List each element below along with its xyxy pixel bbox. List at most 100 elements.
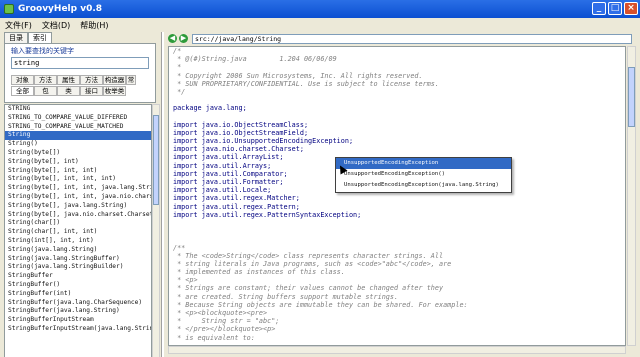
code-line: */ [173, 87, 186, 96]
autocomplete-option[interactable]: UnsupportedEncodingException() [336, 169, 511, 180]
autocomplete-option[interactable]: UnsupportedEncodingException [336, 158, 511, 169]
index-list-item[interactable]: String(byte[], int, int) [5, 167, 151, 176]
index-list[interactable]: STRING STRING_TO_COMPARE_VALUE_DIFFERED ST… [4, 104, 152, 357]
code-line: import java.util.regex.Pattern; [173, 202, 300, 211]
address-field[interactable]: src://java/lang/String [192, 33, 632, 44]
filter-row-2: 全部 包 类 接口 枚举类 [11, 86, 126, 96]
filter-method[interactable]: 方法 [34, 75, 57, 85]
index-list-item[interactable]: StringBufferInputStream [5, 316, 151, 325]
scrollbar-thumb[interactable] [628, 67, 635, 127]
index-list-item[interactable]: StringBuffer(java.lang.String) [5, 307, 151, 316]
menu-file[interactable]: 文件(F) [0, 20, 37, 31]
autocomplete-option[interactable]: UnsupportedEncodingException(java.lang.S… [336, 180, 511, 191]
index-list-item[interactable]: String(byte[], java.lang.String) [5, 202, 151, 211]
index-list-item[interactable]: String(byte[], java.nio.charset.Charset) [5, 211, 151, 220]
code-line: * @(#)String.java 1.204 06/06/09 [173, 55, 337, 64]
code-line: * are created. String buffers support mu… [173, 292, 399, 301]
menu-document[interactable]: 文档(D) [37, 20, 75, 31]
left-panel: 目录 索引 输入要查找的关键字 string 对象 方法 属性 方法 构造器 常… [0, 32, 162, 357]
index-list-item[interactable]: StringBuffer() [5, 281, 151, 290]
index-list-item[interactable]: STRING_TO_COMPARE_VALUE_MATCHED [5, 123, 151, 132]
code-line: * Copyright 2006 Sun Microsystems, Inc. … [173, 71, 423, 80]
index-list-item[interactable]: StringBuffer [5, 272, 151, 281]
menu-help[interactable]: 帮助(H) [75, 20, 113, 31]
code-line: * <p><blockquote><pre> [173, 309, 268, 317]
index-list-item[interactable]: String(byte[]) [5, 149, 151, 158]
code-line: * [173, 63, 182, 72]
left-tabs: 目录 索引 [4, 32, 161, 43]
index-list-item[interactable]: String(byte[], int, int, java.nio.charse… [5, 193, 151, 202]
filter-enum[interactable]: 枚举类 [103, 86, 126, 96]
code-line: * Because String objects are immutable t… [173, 300, 468, 309]
filter-property[interactable]: 属性 [57, 75, 80, 85]
filter-interface[interactable]: 接口 [80, 86, 103, 96]
code-line: import java.nio.charset.Charset; [173, 145, 304, 154]
index-list-item[interactable]: String(java.lang.String) [5, 246, 151, 255]
close-button[interactable]: × [624, 2, 638, 15]
back-arrow-icon[interactable]: ◀ [168, 34, 177, 43]
code-line: import java.util.regex.Matcher; [173, 194, 300, 203]
code-line: * implemented as instances of this class… [173, 268, 345, 277]
filter-constant[interactable]: 常 [126, 75, 136, 85]
code-line: * The <code>String</code> class represen… [173, 251, 444, 260]
filter-package[interactable]: 包 [34, 86, 57, 96]
code-vertical-scrollbar[interactable] [627, 46, 636, 346]
index-list-item[interactable]: String(java.lang.StringBuilder) [5, 263, 151, 272]
index-list-item[interactable]: StringBuffer(java.lang.CharSequence) [5, 299, 151, 308]
toolbar: ◀ ▶ src://java/lang/String [168, 32, 638, 45]
filter-all[interactable]: 全部 [11, 86, 34, 96]
index-list-item[interactable]: STRING_TO_COMPARE_VALUE_DIFFERED [5, 114, 151, 123]
code-line: package java.lang; [173, 104, 247, 113]
code-line: * SUN PROPRIETARY/CONFIDENTIAL. Use is s… [173, 79, 439, 88]
source-code-view[interactable]: /* * @(#)String.java 1.204 06/06/09 * * … [168, 46, 626, 346]
title-bar: GroovyHelp v0.8 _ □ × [0, 0, 640, 18]
index-list-item[interactable]: String(byte[], int, int, java.lang.Strin… [5, 184, 151, 193]
code-line: * String str = "abc"; [173, 317, 280, 326]
code-line: * Strings are constant; their values can… [173, 284, 444, 293]
index-list-item[interactable]: StringBuffer(int) [5, 290, 151, 299]
filter-constructor[interactable]: 构造器 [103, 75, 126, 85]
index-list-item[interactable]: STRING [5, 105, 151, 114]
filter-class[interactable]: 类 [57, 86, 80, 96]
index-list-item[interactable]: String(byte[], int, int, int) [5, 175, 151, 184]
code-line: import java.io.ObjectStreamField; [173, 128, 309, 137]
index-scrollbar[interactable] [152, 104, 160, 357]
code-line: import java.io.UnsupportedEncodingExcept… [173, 137, 354, 146]
index-list-item[interactable]: String(java.lang.StringBuffer) [5, 255, 151, 264]
index-list-item[interactable]: String() [5, 140, 151, 149]
code-line: /** [173, 243, 186, 252]
index-list-item[interactable]: String(char[], int, int) [5, 228, 151, 237]
code-horizontal-scrollbar[interactable] [168, 346, 626, 354]
search-panel: 输入要查找的关键字 string 对象 方法 属性 方法 构造器 常 全部 包 … [4, 43, 156, 103]
maximize-button[interactable]: □ [608, 2, 622, 15]
app-icon [4, 4, 14, 14]
index-list-item[interactable]: String(byte[], int) [5, 158, 151, 167]
search-label: 输入要查找的关键字 [11, 47, 74, 55]
tab-contents[interactable]: 目录 [4, 32, 28, 43]
code-line: /* [173, 47, 182, 55]
index-list-item[interactable]: String [5, 131, 151, 141]
code-line: import java.util.regex.PatternSyntaxExce… [173, 210, 362, 219]
index-list-item[interactable]: String(char[]) [5, 219, 151, 228]
index-list-item[interactable]: StringBufferInputStream(java.lang.String… [5, 325, 151, 334]
scrollbar-thumb[interactable] [153, 115, 159, 205]
tab-index[interactable]: 索引 [28, 32, 52, 43]
index-list-item[interactable]: String(int[], int, int) [5, 237, 151, 246]
menu-bar: 文件(F) 文档(D) 帮助(H) [0, 18, 640, 32]
window-controls: _ □ × [592, 2, 638, 15]
filter-object[interactable]: 对象 [11, 75, 34, 85]
code-line: * <p> [173, 276, 198, 285]
code-line: * is equivalent to: [173, 333, 255, 342]
code-line: * string literals in Java programs, such… [173, 259, 452, 268]
search-input[interactable]: string [11, 57, 149, 69]
window-title: GroovyHelp v0.8 [18, 4, 103, 14]
filter-method-2[interactable]: 方法 [80, 75, 103, 85]
filter-row-1: 对象 方法 属性 方法 构造器 常 [11, 75, 136, 85]
minimize-button[interactable]: _ [592, 2, 606, 15]
forward-arrow-icon[interactable]: ▶ [179, 34, 188, 43]
